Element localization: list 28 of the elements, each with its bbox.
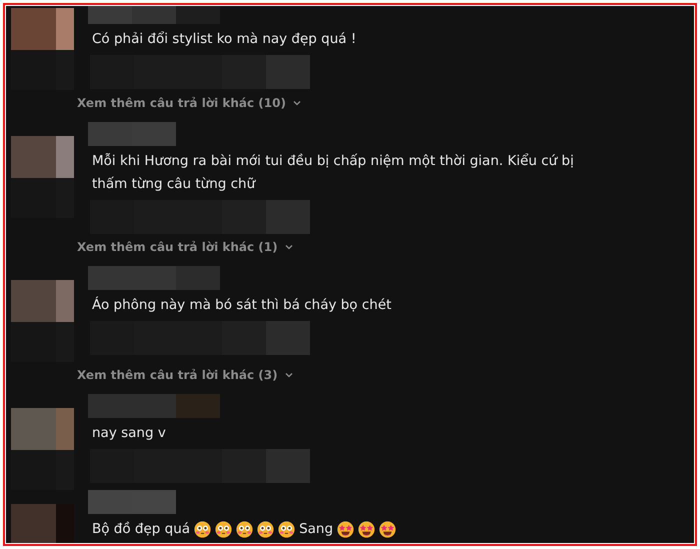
chevron-down-icon — [284, 370, 294, 380]
flushed-face-icon — [194, 521, 212, 538]
comment-text: Bộ đồ đẹp quá — [92, 520, 190, 539]
pixelated-avatar-shadow — [11, 50, 74, 90]
pixelated-avatar-shadow — [11, 450, 74, 490]
flushed-face-icon — [236, 521, 254, 538]
flushed-face-icon — [215, 521, 232, 538]
flushed-face-icon — [257, 521, 274, 538]
pixelated-avatar — [11, 136, 74, 178]
star-eyes-face-icon — [337, 521, 354, 538]
comment-text: Có phải đổi stylist ko mà nay đẹp quá ! — [92, 30, 356, 49]
more-replies-link[interactable]: Xem thêm câu trả lời khác (3) — [77, 368, 694, 382]
pixelated-avatar — [11, 8, 74, 50]
star-eyes-face-icon — [358, 521, 376, 538]
more-replies-link[interactable]: Xem thêm câu trả lời khác (10) — [77, 96, 694, 110]
star-eyes-face-icon — [379, 521, 396, 538]
comment-text: Sang — [299, 520, 334, 539]
pixelated-avatar-shadow — [11, 178, 74, 218]
flushed-face-icon — [278, 521, 296, 538]
pixelated-avatar — [11, 280, 74, 322]
pixelated-avatar — [11, 408, 74, 450]
comment-text: Áo phông này mà bó sát thì bá cháy bọ chét — [92, 296, 392, 315]
comment-text: Mỗi khi Hương ra bài mới tui đều bị chấp niệm một thời gian. Kiểu cứ bị thấm từng câu từng chữ — [92, 152, 575, 194]
more-replies-link[interactable]: Xem thêm câu trả lời khác (1) — [77, 240, 694, 254]
comment-text: nay sang v — [92, 424, 166, 443]
chevron-down-icon — [292, 98, 302, 108]
chevron-down-icon — [284, 242, 294, 252]
pixelated-avatar-shadow — [11, 322, 74, 362]
